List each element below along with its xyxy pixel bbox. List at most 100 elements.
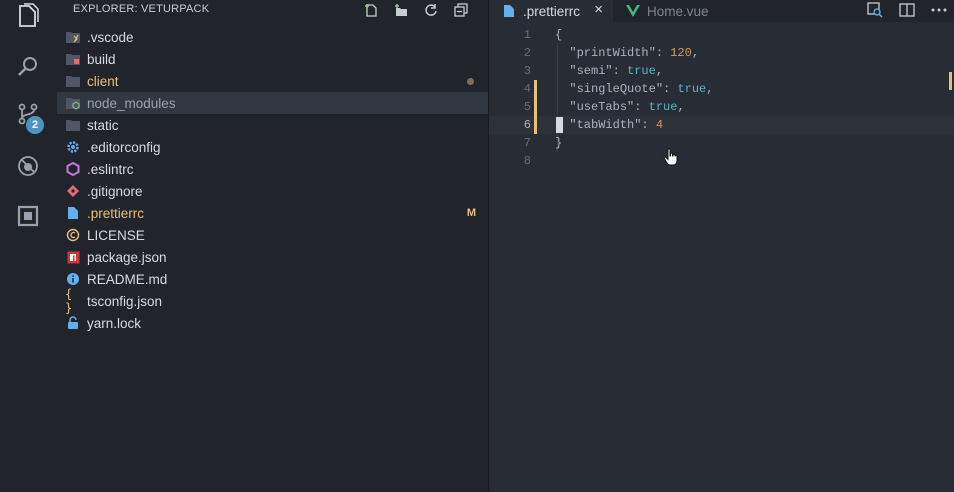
refresh-icon[interactable] — [422, 2, 440, 18]
code-line: 1 { — [489, 26, 954, 44]
split-editor-icon[interactable] — [898, 2, 916, 18]
code-line: 3 "semi": true, — [489, 62, 954, 80]
code-editor[interactable]: 1 { 2 "printWidth": 120, 3 "semi": true,… — [489, 26, 954, 170]
tree-item-package-json[interactable]: package.json — [57, 246, 488, 268]
search-icon[interactable] — [14, 52, 42, 80]
git-status-badge: M — [466, 207, 476, 219]
file-tree: .vscode build client node_modules static… — [57, 26, 488, 334]
tab-label: .prettierrc — [523, 3, 581, 19]
npm-icon — [65, 249, 81, 265]
tree-item-eslintrc[interactable]: .eslintrc — [57, 158, 488, 180]
line-number: 4 — [523, 82, 531, 96]
tree-item-label: LICENSE — [87, 227, 145, 243]
tab-bar: .prettierrc × Home.vue — [489, 0, 954, 22]
tree-item-readme[interactable]: README.md — [57, 268, 488, 290]
code-text: "semi": true, — [569, 64, 664, 78]
tree-item-static[interactable]: static — [57, 114, 488, 136]
explorer-actions — [362, 2, 470, 18]
folder-vscode-icon — [65, 29, 81, 45]
tree-item-label: build — [87, 51, 116, 67]
code-text: "printWidth": 120, — [569, 46, 700, 60]
tree-item-editorconfig[interactable]: .editorconfig — [57, 136, 488, 158]
modified-gutter — [534, 98, 537, 116]
code-line-current: 6 "tabWidth": 4 — [489, 116, 954, 134]
tree-item-node-modules[interactable]: node_modules — [57, 92, 488, 114]
close-icon[interactable]: × — [594, 1, 603, 18]
tree-item-label: .gitignore — [87, 183, 143, 199]
eslint-icon — [65, 161, 81, 177]
line-number: 5 — [523, 100, 531, 114]
line-number: 2 — [523, 46, 531, 60]
line-number: 3 — [523, 64, 531, 78]
tree-item-label: static — [87, 117, 119, 133]
tree-item-license[interactable]: LICENSE — [57, 224, 488, 246]
modified-dot — [467, 78, 474, 85]
new-file-icon[interactable] — [362, 2, 380, 18]
more-actions-icon[interactable] — [930, 2, 948, 18]
tree-item-label: .prettierrc — [87, 205, 145, 221]
code-line: 7 } — [489, 134, 954, 152]
line-number: 7 — [523, 136, 531, 150]
tree-item-gitignore[interactable]: .gitignore — [57, 180, 488, 202]
modified-gutter — [534, 116, 537, 134]
tree-item-label: README.md — [87, 271, 168, 287]
tree-item-yarn-lock[interactable]: yarn.lock — [57, 312, 488, 334]
open-changes-icon[interactable] — [866, 2, 884, 18]
text-cursor — [556, 117, 563, 133]
tree-item-vscode[interactable]: .vscode — [57, 26, 488, 48]
code-text: } — [555, 136, 563, 150]
code-text: { — [555, 28, 563, 42]
file-icon — [501, 3, 517, 19]
editor-actions — [866, 2, 948, 18]
vue-icon — [625, 3, 641, 19]
braces-icon: { } — [65, 287, 73, 315]
tree-item-label: node_modules — [87, 95, 176, 111]
tab-prettierrc[interactable]: .prettierrc × — [489, 0, 613, 22]
hand-cursor-icon — [663, 148, 678, 166]
info-icon — [65, 271, 81, 287]
collapse-all-icon[interactable] — [452, 2, 470, 18]
code-text: "tabWidth": 4 — [569, 118, 664, 132]
tab-home-vue[interactable]: Home.vue — [613, 0, 733, 22]
explorer-sidebar: EXPLORER: VETURPACK .vscode build client… — [57, 0, 488, 492]
tree-item-label: client — [87, 73, 119, 89]
code-text: "useTabs": true, — [569, 100, 685, 114]
tree-item-prettierrc[interactable]: .prettierrc M — [57, 202, 488, 224]
scm-badge: 2 — [26, 116, 44, 134]
code-line: 8 — [489, 152, 954, 170]
folder-icon — [65, 73, 81, 89]
explorer-title: EXPLORER: VETURPACK — [73, 3, 210, 15]
overview-ruler-mark — [949, 72, 952, 90]
copyright-icon — [65, 227, 81, 243]
code-line: 4 "singleQuote": true, — [489, 80, 954, 98]
yarn-icon — [65, 315, 81, 331]
editor-area: .prettierrc × Home.vue 1 {2 "printWidth… — [489, 0, 954, 492]
code-line: 5 "useTabs": true, — [489, 98, 954, 116]
git-icon — [65, 183, 81, 199]
explorer-icon[interactable] — [14, 2, 42, 30]
tree-item-tsconfig[interactable]: { } tsconfig.json — [57, 287, 488, 315]
code-text: "singleQuote": true, — [569, 82, 714, 96]
activity-bar: 2 — [0, 0, 57, 492]
tree-item-label: package.json — [87, 249, 167, 265]
folder-icon — [65, 117, 81, 133]
line-number: 6 — [523, 118, 531, 132]
tree-item-label: .editorconfig — [87, 139, 161, 155]
modified-gutter — [534, 80, 537, 98]
extensions-icon[interactable] — [14, 202, 42, 230]
line-number: 8 — [523, 154, 531, 168]
tree-item-client[interactable]: client — [57, 70, 488, 92]
code-line: 2 "printWidth": 120, — [489, 44, 954, 62]
tree-item-label: .eslintrc — [87, 161, 134, 177]
gear-icon — [65, 139, 81, 155]
debug-icon[interactable] — [14, 152, 42, 180]
tree-item-label: yarn.lock — [87, 315, 142, 331]
folder-build-icon — [65, 51, 81, 67]
tree-item-label: tsconfig.json — [87, 293, 163, 309]
file-icon — [65, 205, 81, 221]
tree-item-label: .vscode — [87, 29, 134, 45]
folder-node-icon — [65, 95, 81, 111]
new-folder-icon[interactable] — [392, 2, 410, 18]
tree-item-build[interactable]: build — [57, 48, 488, 70]
tab-label: Home.vue — [647, 3, 709, 19]
